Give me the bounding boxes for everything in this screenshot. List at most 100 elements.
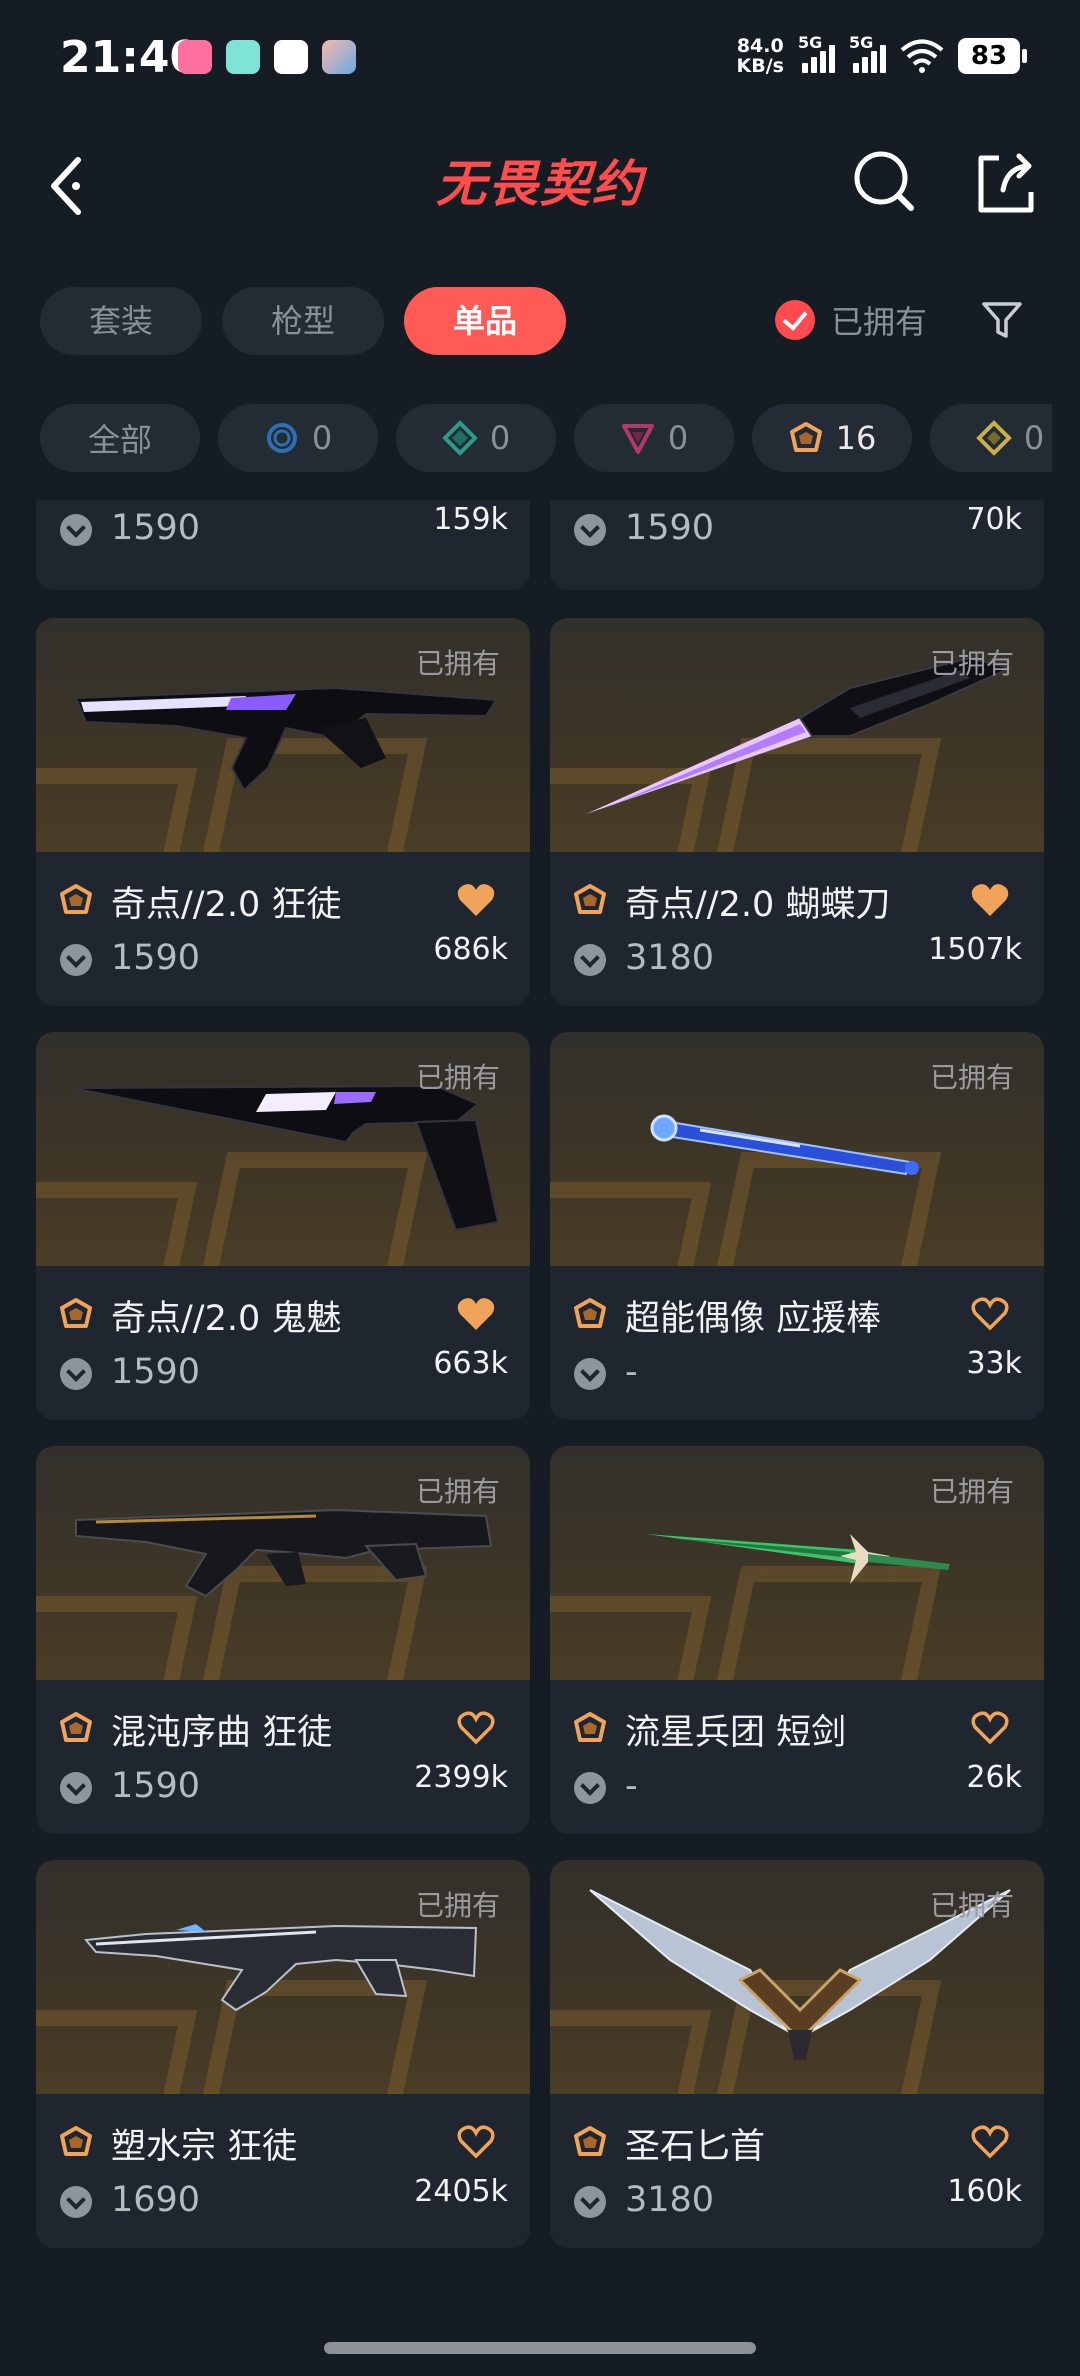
category-tabs: 套装 枪型 单品 (40, 287, 566, 355)
exclusive-tier-icon (789, 422, 822, 452)
item-image: 已拥有 (550, 1032, 1044, 1266)
like-count: 70k (966, 502, 1022, 537)
vp-currency-icon (60, 944, 92, 976)
notes-app-icon (226, 40, 260, 74)
filter-button[interactable] (980, 298, 1024, 342)
like-count: 1507k (928, 932, 1022, 967)
vp-currency-icon (60, 1358, 92, 1390)
exclusive-tier-icon (574, 2126, 606, 2156)
lofter-app-icon (178, 40, 212, 74)
vp-currency-icon (574, 1772, 606, 1804)
like-count: 686k (433, 932, 508, 967)
heart-outline-icon[interactable] (456, 2124, 496, 2160)
tier-chip-ultra[interactable]: 0 (930, 404, 1052, 472)
exclusive-tier-icon (574, 1712, 606, 1742)
tab-single-items[interactable]: 单品 (404, 287, 566, 355)
item-card[interactable]: 已拥有 奇点//2.0 蝴蝶刀 3180 1507k (550, 618, 1044, 1006)
vp-currency-icon (574, 514, 606, 546)
tier-chip-premium[interactable]: 0 (574, 404, 734, 472)
item-name: 混沌序曲 狂徒 (111, 1713, 333, 1753)
ultra-tier-icon (975, 420, 1012, 456)
deluxe-tier-icon (441, 420, 478, 456)
status-indicators: 84.0 KB/s 5G 5G 83 (737, 33, 1027, 76)
premium-tier-icon (621, 424, 654, 454)
item-price: 1590 (625, 508, 715, 548)
signal-icon: 5G (798, 33, 835, 73)
item-card[interactable]: 1590 70k (550, 500, 1044, 590)
home-indicator[interactable] (324, 2342, 756, 2354)
item-image: 已拥有 (36, 1032, 530, 1266)
exclusive-tier-icon (60, 1298, 92, 1328)
item-price: 3180 (625, 2180, 715, 2220)
exclusive-tier-icon (574, 1298, 606, 1328)
like-count: 33k (966, 1346, 1022, 1381)
item-name: 圣石匕首 (625, 2127, 766, 2167)
like-count: 26k (966, 1760, 1022, 1795)
vp-currency-icon (60, 2186, 92, 2218)
heart-outline-icon[interactable] (456, 1710, 496, 1746)
item-price: 1590 (111, 938, 201, 978)
vp-currency-icon (60, 514, 92, 546)
item-card[interactable]: 已拥有 超能偶像 应援棒 - 33k (550, 1032, 1044, 1420)
like-count: 160k (947, 2174, 1022, 2209)
item-card[interactable]: 已拥有 流星兵团 短剑 - 26k (550, 1446, 1044, 1834)
owned-badge: 已拥有 (415, 1889, 500, 1922)
item-card[interactable]: 已拥有 圣石匕首 3180 160k (550, 1860, 1044, 2248)
heart-outline-icon[interactable] (970, 1710, 1010, 1746)
exclusive-tier-icon (60, 1712, 92, 1742)
heart-filled-icon[interactable] (970, 882, 1010, 918)
item-price: 3180 (625, 938, 715, 978)
tier-chip-all[interactable]: 全部 (40, 404, 200, 472)
like-count: 159k (433, 502, 508, 537)
item-card[interactable]: 已拥有 奇点//2.0 狂徒 1590 686k (36, 618, 530, 1006)
item-name: 流星兵团 短剑 (625, 1713, 847, 1753)
owned-badge: 已拥有 (415, 1061, 500, 1094)
exclusive-tier-icon (60, 884, 92, 914)
notification-icons (178, 40, 356, 74)
tier-chip-deluxe[interactable]: 0 (396, 404, 556, 472)
tab-sets[interactable]: 套装 (40, 287, 202, 355)
item-price: 1590 (111, 1766, 201, 1806)
vp-currency-icon (574, 944, 606, 976)
owned-badge: 已拥有 (929, 1061, 1014, 1094)
tier-chip-exclusive[interactable]: 16 (752, 404, 912, 472)
share-icon (978, 153, 1034, 213)
heart-outline-icon[interactable] (970, 1296, 1010, 1332)
status-bar: 21:40 84.0 KB/s 5G 5G 83 (0, 0, 1080, 120)
item-image: 已拥有 (36, 1446, 530, 1680)
search-icon (854, 151, 914, 211)
item-name: 塑水宗 狂徒 (111, 2127, 298, 2167)
item-image: 已拥有 (550, 1860, 1044, 2094)
heart-filled-icon[interactable] (456, 882, 496, 918)
item-card[interactable]: 已拥有 奇点//2.0 鬼魅 1590 663k (36, 1032, 530, 1420)
heart-filled-icon[interactable] (456, 1296, 496, 1332)
item-card[interactable]: 1590 159k (36, 500, 530, 590)
like-count: 663k (433, 1346, 508, 1381)
vp-currency-icon (574, 1358, 606, 1390)
search-button[interactable] (845, 140, 925, 220)
owned-filter-toggle[interactable]: 已拥有 (775, 297, 927, 343)
vp-currency-icon (574, 2186, 606, 2218)
item-card[interactable]: 已拥有 混沌序曲 狂徒 1590 2399k (36, 1446, 530, 1834)
select-tier-icon (266, 423, 297, 453)
meituan-app-icon (274, 40, 308, 74)
item-image: 已拥有 (550, 618, 1044, 852)
item-card[interactable]: 已拥有 塑水宗 狂徒 1690 2405k (36, 1860, 530, 2248)
item-image: 已拥有 (550, 1446, 1044, 1680)
filter-icon (982, 302, 1022, 338)
tier-chip-select[interactable]: 0 (218, 404, 378, 472)
heart-outline-icon[interactable] (970, 2124, 1010, 2160)
item-name: 超能偶像 应援棒 (625, 1299, 882, 1339)
item-price: 1690 (111, 2180, 201, 2220)
wifi-icon (900, 39, 944, 73)
item-price: - (625, 1766, 638, 1806)
tab-weapon-types[interactable]: 枪型 (222, 287, 384, 355)
share-button[interactable] (963, 140, 1043, 220)
like-count: 2399k (414, 1760, 508, 1795)
signal-icon: 5G (849, 33, 886, 73)
checkbox-checked-icon[interactable] (775, 300, 815, 340)
item-price: - (625, 1352, 638, 1392)
like-count: 2405k (414, 2174, 508, 2209)
vp-currency-icon (60, 1772, 92, 1804)
owned-badge: 已拥有 (929, 1889, 1014, 1922)
